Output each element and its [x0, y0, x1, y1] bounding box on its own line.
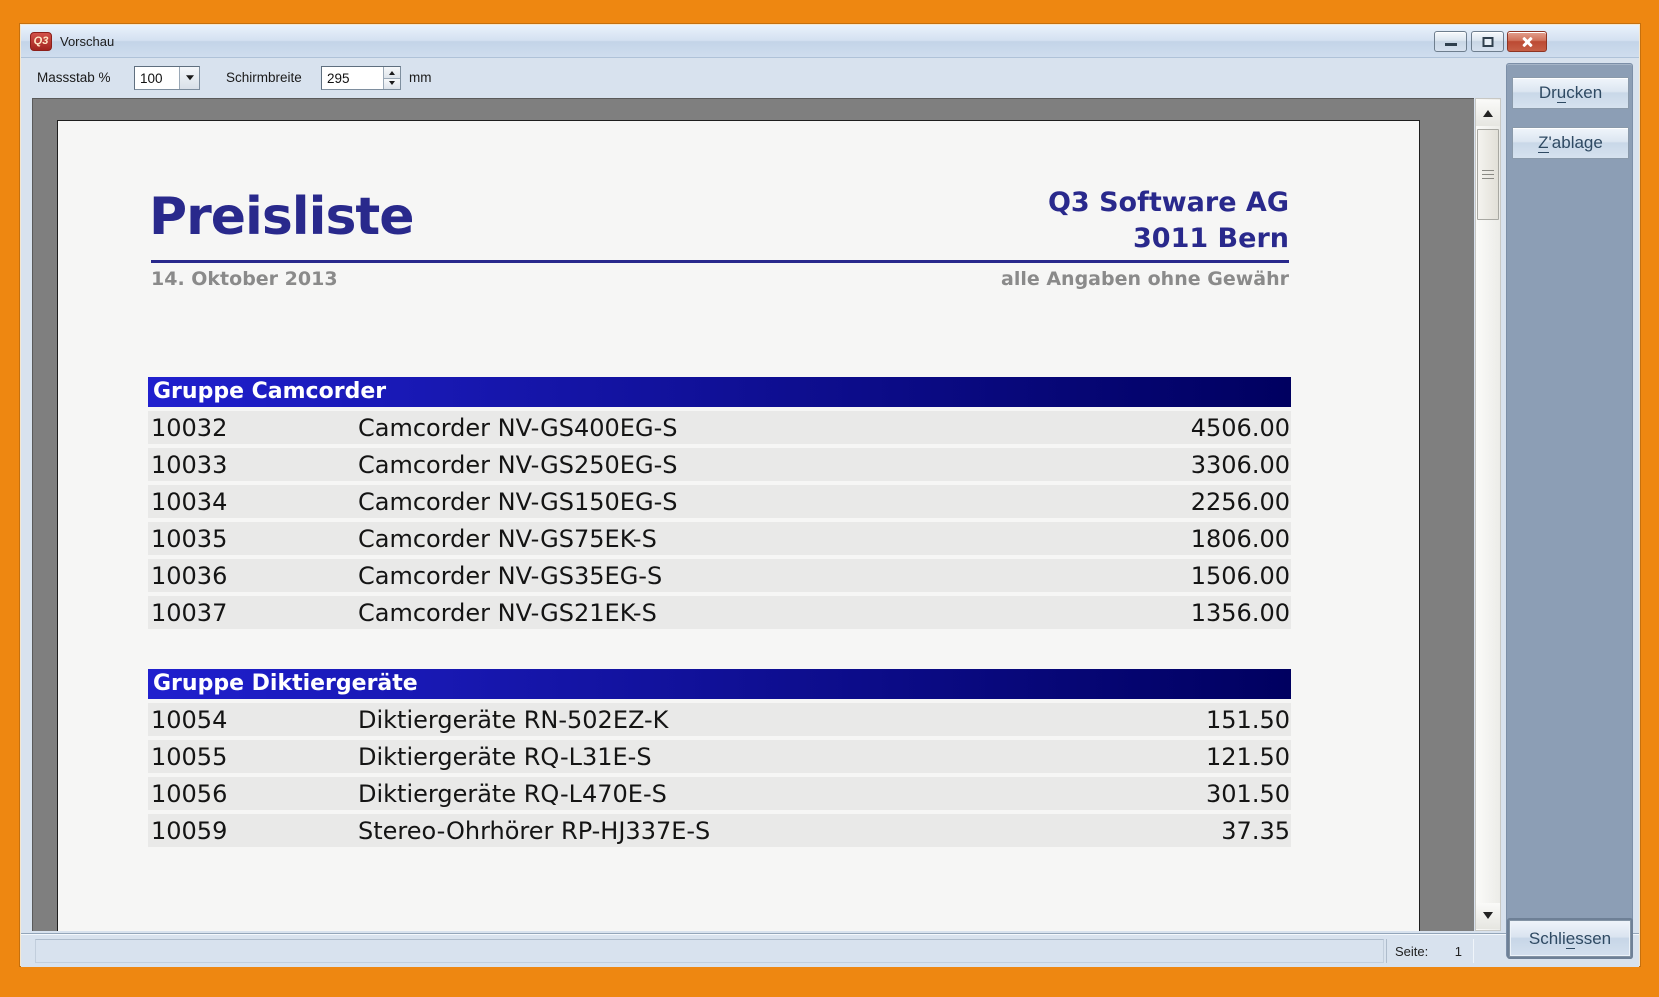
article-number: 10056: [148, 780, 358, 808]
arrow-up-icon: [389, 68, 395, 75]
table-row: 10037 Camcorder NV-GS21EK-S 1356.00: [148, 596, 1291, 629]
table-row: 10032 Camcorder NV-GS400EG-S 4506.00: [148, 411, 1291, 444]
width-label: Schirmbreite: [226, 58, 302, 97]
width-spinbox[interactable]: [321, 66, 401, 90]
article-description: Diktiergeräte RQ-L470E-S: [358, 780, 1071, 808]
page-label: Seite:: [1395, 944, 1428, 959]
minimize-button[interactable]: [1434, 31, 1467, 52]
preview-area: Preisliste Q3 Software AG 3011 Bern 14. …: [32, 98, 1474, 931]
scroll-down-button[interactable]: [1476, 903, 1500, 929]
unit-label: mm: [409, 58, 432, 97]
window-title: Vorschau: [60, 34, 114, 49]
article-price: 151.50: [1071, 706, 1291, 734]
article-description: Camcorder NV-GS250EG-S: [358, 451, 1071, 479]
article-price: 2256.00: [1071, 488, 1291, 516]
close-preview-button[interactable]: Schliessen: [1509, 920, 1631, 957]
titlebar[interactable]: Q3 Vorschau: [21, 25, 1639, 58]
group-header: Gruppe Camcorder: [148, 377, 1291, 407]
article-number: 10055: [148, 743, 358, 771]
minimize-icon: [1445, 43, 1457, 46]
action-panel: Drucken Z'ablage Schliessen: [1506, 63, 1633, 958]
table-row: 10056 Diktiergeräte RQ-L470E-S 301.50: [148, 777, 1291, 810]
status-message-panel: [35, 939, 1384, 963]
document-title: Preisliste: [149, 187, 414, 247]
article-number: 10033: [148, 451, 358, 479]
article-price: 121.50: [1071, 743, 1291, 771]
article-price: 1806.00: [1071, 525, 1291, 553]
article-number: 10037: [148, 599, 358, 627]
scale-label: Massstab %: [37, 58, 111, 97]
maximize-button[interactable]: [1471, 31, 1504, 52]
page-number: 1: [1455, 944, 1462, 959]
table-row: 10059 Stereo-Ohrhörer RP-HJ337E-S 37.35: [148, 814, 1291, 847]
spin-down-button[interactable]: [384, 78, 400, 90]
article-price: 37.35: [1071, 817, 1291, 845]
company-city: 3011 Bern: [1048, 221, 1289, 257]
arrow-down-icon: [1483, 912, 1493, 924]
article-number: 10054: [148, 706, 358, 734]
company-address: Q3 Software AG 3011 Bern: [1048, 185, 1289, 257]
scale-input[interactable]: [135, 67, 179, 89]
article-price: 1506.00: [1071, 562, 1291, 590]
company-name: Q3 Software AG: [1048, 185, 1289, 221]
table-row: 10034 Camcorder NV-GS150EG-S 2256.00: [148, 485, 1291, 518]
article-number: 10036: [148, 562, 358, 590]
article-description: Camcorder NV-GS75EK-S: [358, 525, 1071, 553]
article-price: 301.50: [1071, 780, 1291, 808]
maximize-icon: [1482, 37, 1493, 47]
arrow-up-icon: [1483, 105, 1493, 117]
article-description: Camcorder NV-GS400EG-S: [358, 414, 1071, 442]
table-row: 10036 Camcorder NV-GS35EG-S 1506.00: [148, 559, 1291, 592]
article-price: 3306.00: [1071, 451, 1291, 479]
screenshot-root: { "window": { "title": "Vorschau", "icon…: [0, 0, 1659, 997]
close-button[interactable]: [1507, 31, 1547, 52]
group-rows: 10054 Diktiergeräte RN-502EZ-K 151.50 10…: [148, 703, 1291, 847]
scroll-up-button[interactable]: [1476, 100, 1500, 126]
vertical-scrollbar[interactable]: [1475, 98, 1501, 931]
price-group: Gruppe Diktiergeräte 10054 Diktiergeräte…: [148, 669, 1291, 847]
disclaimer-text: alle Angaben ohne Gewähr: [1001, 268, 1289, 290]
statusbar: Seite: 1: [21, 933, 1639, 967]
spin-up-button[interactable]: [384, 67, 400, 78]
article-number: 10059: [148, 817, 358, 845]
article-price: 4506.00: [1071, 414, 1291, 442]
header-rule: [151, 260, 1289, 263]
preview-window: Q3 Vorschau Massstab % Schirmbreite: [20, 24, 1640, 966]
article-description: Stereo-Ohrhörer RP-HJ337E-S: [358, 817, 1071, 845]
article-number: 10032: [148, 414, 358, 442]
article-number: 10034: [148, 488, 358, 516]
table-row: 10035 Camcorder NV-GS75EK-S 1806.00: [148, 522, 1291, 555]
table-row: 10054 Diktiergeräte RN-502EZ-K 151.50: [148, 703, 1291, 736]
grip-icon: [1482, 170, 1494, 180]
document-page: Preisliste Q3 Software AG 3011 Bern 14. …: [57, 120, 1420, 931]
article-description: Camcorder NV-GS21EK-S: [358, 599, 1071, 627]
price-group: Gruppe Camcorder 10032 Camcorder NV-GS40…: [148, 377, 1291, 629]
print-button[interactable]: Drucken: [1512, 77, 1629, 109]
document-date: 14. Oktober 2013: [151, 268, 338, 290]
article-description: Diktiergeräte RQ-L31E-S: [358, 743, 1071, 771]
width-input[interactable]: [322, 67, 383, 89]
group-header: Gruppe Diktiergeräte: [148, 669, 1291, 699]
table-row: 10033 Camcorder NV-GS250EG-S 3306.00: [148, 448, 1291, 481]
scale-combobox[interactable]: [134, 66, 200, 90]
arrow-down-icon: [389, 81, 395, 88]
price-table: Gruppe Camcorder 10032 Camcorder NV-GS40…: [148, 377, 1291, 847]
article-number: 10035: [148, 525, 358, 553]
status-page-panel: Seite: 1: [1386, 939, 1474, 963]
toolbar: Massstab % Schirmbreite mm: [21, 58, 1481, 97]
clipboard-button[interactable]: Z'ablage: [1512, 127, 1629, 159]
scrollbar-thumb[interactable]: [1477, 129, 1499, 220]
article-description: Camcorder NV-GS35EG-S: [358, 562, 1071, 590]
article-description: Camcorder NV-GS150EG-S: [358, 488, 1071, 516]
app-icon: Q3: [30, 32, 52, 51]
scale-dropdown-button[interactable]: [179, 67, 199, 89]
chevron-down-icon: [186, 75, 194, 84]
table-row: 10055 Diktiergeräte RQ-L31E-S 121.50: [148, 740, 1291, 773]
group-rows: 10032 Camcorder NV-GS400EG-S 4506.00 100…: [148, 411, 1291, 629]
article-description: Diktiergeräte RN-502EZ-K: [358, 706, 1071, 734]
article-price: 1356.00: [1071, 599, 1291, 627]
close-icon: [1520, 35, 1534, 49]
